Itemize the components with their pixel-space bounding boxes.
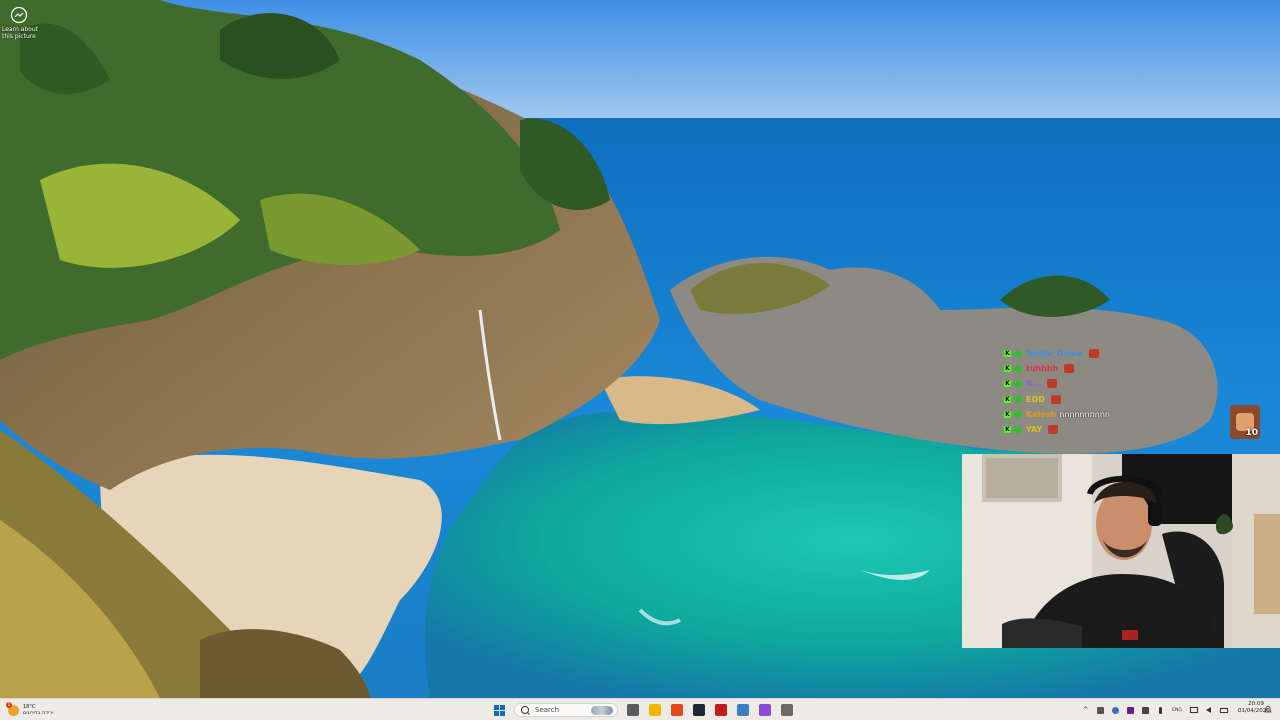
weather-condition: ירידה בדירוגים — [23, 710, 54, 716]
kick-badge-icon: K — [1004, 426, 1011, 434]
weather-icon: 1 — [6, 701, 19, 716]
battery-icon[interactable] — [1219, 706, 1228, 715]
webcam-overlay — [962, 454, 1280, 648]
chat-message: K Kaiosh nnnnnnnnnn — [1004, 407, 1204, 422]
emote-icon — [1048, 425, 1059, 435]
chat-text: nnnnnnnnnn — [1059, 409, 1110, 419]
subscriber-badge-icon — [1013, 410, 1023, 419]
emote-icon — [1088, 349, 1099, 359]
taskbar: 1 18°C ירידה בדירוגים Search ^ ENG 20:09… — [0, 698, 1280, 720]
chat-username: EOD — [1026, 394, 1045, 404]
camera-icon — [10, 6, 28, 24]
chat-message: Ktuhhhh — [1004, 361, 1204, 376]
app-blue-icon — [737, 704, 749, 716]
chevron-up-icon[interactable]: ^ — [1081, 706, 1090, 715]
brave-browser-button[interactable] — [666, 700, 688, 720]
chat-username: Kaiosh — [1026, 409, 1057, 419]
system-tray: ^ ENG — [1078, 701, 1231, 719]
messenger-icon — [759, 704, 771, 716]
settings-icon — [781, 704, 793, 716]
subscriber-badge-icon — [1013, 425, 1023, 434]
emote-icon — [1050, 394, 1061, 404]
chat-username: tuhhhh — [1026, 364, 1059, 374]
viewer-count: 10 — [1245, 428, 1258, 438]
chat-message: K Tombi_Dome — [1004, 346, 1204, 361]
kick-badge-icon: K — [1004, 380, 1011, 388]
app-red-icon — [715, 704, 727, 716]
learn-about-picture[interactable]: Learn about this picture — [2, 6, 42, 40]
clock-date: 01/04/2026 — [1238, 708, 1270, 714]
emote-icon — [1064, 364, 1075, 374]
task-view-icon — [627, 704, 639, 716]
tray-app-icon[interactable] — [1111, 706, 1120, 715]
tray-app-icon[interactable] — [1141, 706, 1150, 715]
emote-icon — [1047, 379, 1058, 389]
chat-message: K YAY — [1004, 422, 1204, 437]
search-icon — [521, 706, 529, 714]
subscriber-badge-icon — [1013, 394, 1023, 404]
network-icon[interactable] — [1189, 706, 1198, 715]
system-clock[interactable]: 20:09 01/04/2026 — [1238, 701, 1270, 715]
microphone-icon[interactable] — [1156, 706, 1165, 715]
taskbar-apps: Search — [488, 700, 798, 720]
file-explorer-button[interactable] — [644, 700, 666, 720]
subscriber-badge-icon — [1013, 379, 1023, 389]
subscriber-badge-icon — [1013, 349, 1023, 358]
tray-app-icon[interactable] — [1096, 706, 1105, 715]
learn-about-picture-label: Learn about this picture — [2, 26, 38, 40]
windows-icon — [493, 704, 505, 716]
kick-badge-icon: K — [1004, 365, 1011, 373]
file-explorer-icon — [649, 704, 661, 716]
app-red-button[interactable] — [710, 700, 732, 720]
chat-message: K EOD — [1004, 392, 1204, 407]
subscriber-badge-icon — [1013, 364, 1023, 374]
kick-badge-icon: K — [1004, 410, 1011, 418]
search-highlight-image — [591, 706, 613, 715]
chat-username: Tombi_Dome — [1026, 349, 1083, 358]
app-blue-button[interactable] — [732, 700, 754, 720]
language-indicator[interactable]: ENG — [1171, 706, 1183, 715]
kick-badge-icon: K — [1004, 395, 1011, 403]
messenger-button[interactable] — [754, 700, 776, 720]
volume-icon[interactable] — [1204, 706, 1213, 715]
weather-alert-badge: 1 — [6, 701, 12, 708]
chat-username: YAY — [1026, 424, 1043, 434]
chat-message: K R... — [1004, 376, 1204, 391]
brave-browser-icon — [671, 704, 683, 716]
weather-widget[interactable]: 1 18°C ירידה בדירוגים — [6, 701, 54, 719]
pinned-apps — [622, 700, 798, 720]
steam-icon — [693, 704, 705, 716]
kick-badge-icon: K — [1004, 350, 1011, 358]
clock-time: 20:09 — [1248, 701, 1264, 707]
taskbar-search[interactable]: Search — [514, 703, 618, 717]
notification-bell-icon[interactable] — [1264, 705, 1272, 714]
viewer-avatar: 10 — [1230, 405, 1260, 439]
start-button[interactable] — [488, 700, 510, 720]
tray-app-icon[interactable] — [1126, 706, 1135, 715]
chat-username: R... — [1026, 379, 1042, 389]
settings-button[interactable] — [776, 700, 798, 720]
task-view-button[interactable] — [622, 700, 644, 720]
stream-chat-overlay: K Tombi_Dome Ktuhhhh K R... K EOD K Kaiosh nnnnnn… — [1004, 346, 1204, 437]
steam-button[interactable] — [688, 700, 710, 720]
search-placeholder: Search — [535, 706, 560, 714]
